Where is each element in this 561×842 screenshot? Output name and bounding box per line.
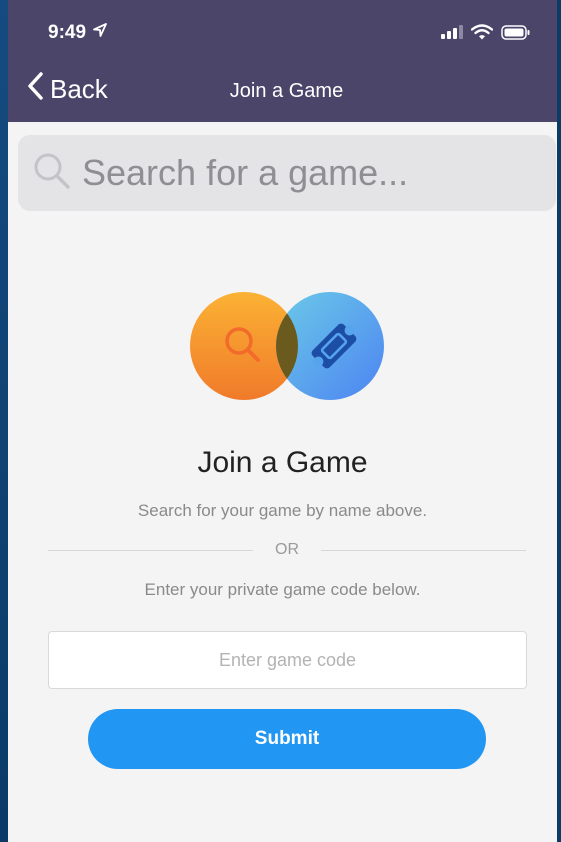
page-title: Join a Game bbox=[229, 80, 344, 102]
location-arrow-icon bbox=[92, 22, 108, 44]
code-hint-text: Enter your private game code below. bbox=[144, 580, 421, 599]
search-icon bbox=[32, 151, 72, 196]
game-code-input[interactable] bbox=[48, 631, 527, 689]
join-game-illustration bbox=[188, 290, 388, 402]
status-time: 9:49 bbox=[48, 22, 87, 43]
status-icons bbox=[441, 24, 531, 45]
device-frame-left bbox=[0, 0, 8, 842]
divider-line-left bbox=[48, 549, 253, 551]
status-time-group: 9:49 bbox=[48, 22, 108, 44]
search-hint-text: Search for your game by name above. bbox=[137, 501, 428, 520]
divider-line-right bbox=[321, 549, 526, 551]
join-game-heading: Join a Game bbox=[197, 446, 368, 479]
or-divider: OR bbox=[48, 538, 526, 562]
search-input[interactable] bbox=[82, 152, 552, 194]
submit-button[interactable]: Submit bbox=[88, 709, 486, 769]
cellular-signal-icon bbox=[441, 25, 463, 44]
or-label: OR bbox=[275, 541, 299, 558]
main-content: Join a Game Search for your game by name… bbox=[8, 122, 557, 842]
search-bar[interactable] bbox=[18, 135, 556, 211]
wifi-icon bbox=[470, 24, 494, 45]
battery-icon bbox=[501, 24, 531, 45]
top-bar: 9:49 Back Join a Game bbox=[8, 0, 557, 122]
device-frame-right bbox=[557, 0, 561, 842]
